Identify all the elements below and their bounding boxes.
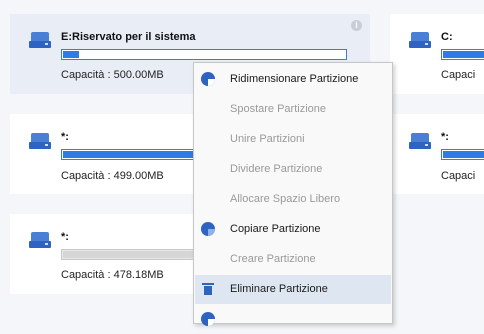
partition-card-right-2[interactable]: *: Capaci [390, 114, 484, 194]
resize-pie-icon [201, 72, 215, 86]
partition-name: *: [61, 131, 69, 143]
partition-card-c[interactable]: C: Capaci [390, 14, 484, 94]
partition-context-menu: Ridimensionare Partizione Spostare Parti… [193, 62, 393, 326]
menu-item-move[interactable]: Spostare Partizione [195, 95, 391, 124]
partition-usage-bar [441, 49, 484, 60]
partition-name: *: [61, 231, 69, 243]
menu-item-resize[interactable]: Ridimensionare Partizione [195, 65, 391, 94]
disk-icon [29, 232, 51, 248]
partition-usage-bar [441, 149, 484, 160]
info-icon[interactable]: i [351, 20, 362, 31]
disk-icon [409, 133, 431, 149]
menu-item-split[interactable]: Dividere Partizione [195, 155, 391, 184]
partition-name: C: [441, 31, 453, 43]
menu-item-copy[interactable]: Copiare Partizione [195, 215, 391, 244]
menu-item-delete[interactable]: Eliminare Partizione [195, 275, 391, 304]
menu-item-partial[interactable] [195, 305, 391, 334]
partition-capacity: Capaci [441, 69, 476, 81]
partition-name: *: [441, 131, 449, 143]
menu-item-create[interactable]: Creare Partizione [195, 245, 391, 274]
disk-icon [409, 32, 431, 48]
trash-icon [202, 283, 214, 295]
copy-pie-icon [201, 222, 215, 236]
partition-capacity: Capacità : 500.00MB [61, 69, 164, 81]
menu-item-merge[interactable]: Unire Partizioni [195, 125, 391, 154]
disk-icon [29, 133, 51, 149]
partition-name: E:Riservato per il sistema [61, 31, 196, 43]
partial-pie-icon [201, 312, 215, 326]
partition-capacity: Capaci [441, 170, 476, 182]
partition-capacity: Capacità : 478.18MB [61, 269, 164, 281]
partition-capacity: Capacità : 499.00MB [61, 170, 164, 182]
menu-item-allocate[interactable]: Allocare Spazio Libero [195, 185, 391, 214]
disk-icon [29, 32, 51, 48]
partition-usage-bar [61, 49, 347, 60]
